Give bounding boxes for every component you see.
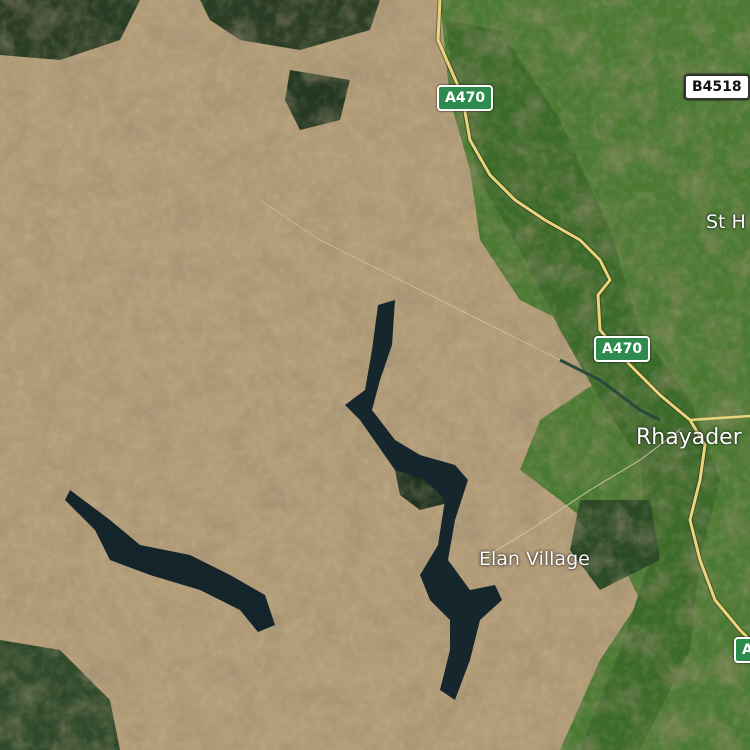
map-view[interactable]: A470 B4518 A470 A Rhayader Elan Village … bbox=[0, 0, 750, 750]
road-shield-b4518[interactable]: B4518 bbox=[684, 74, 750, 100]
road-shield-a470[interactable]: A470 bbox=[437, 85, 494, 111]
satellite-imagery bbox=[0, 0, 750, 750]
road-shield-a470-partial[interactable]: A bbox=[734, 637, 750, 663]
road-shield-a470[interactable]: A470 bbox=[594, 336, 651, 362]
place-label-rhayader[interactable]: Rhayader bbox=[636, 425, 742, 450]
place-label-elan-village[interactable]: Elan Village bbox=[479, 548, 590, 570]
place-label-st-h[interactable]: St H bbox=[706, 211, 746, 233]
